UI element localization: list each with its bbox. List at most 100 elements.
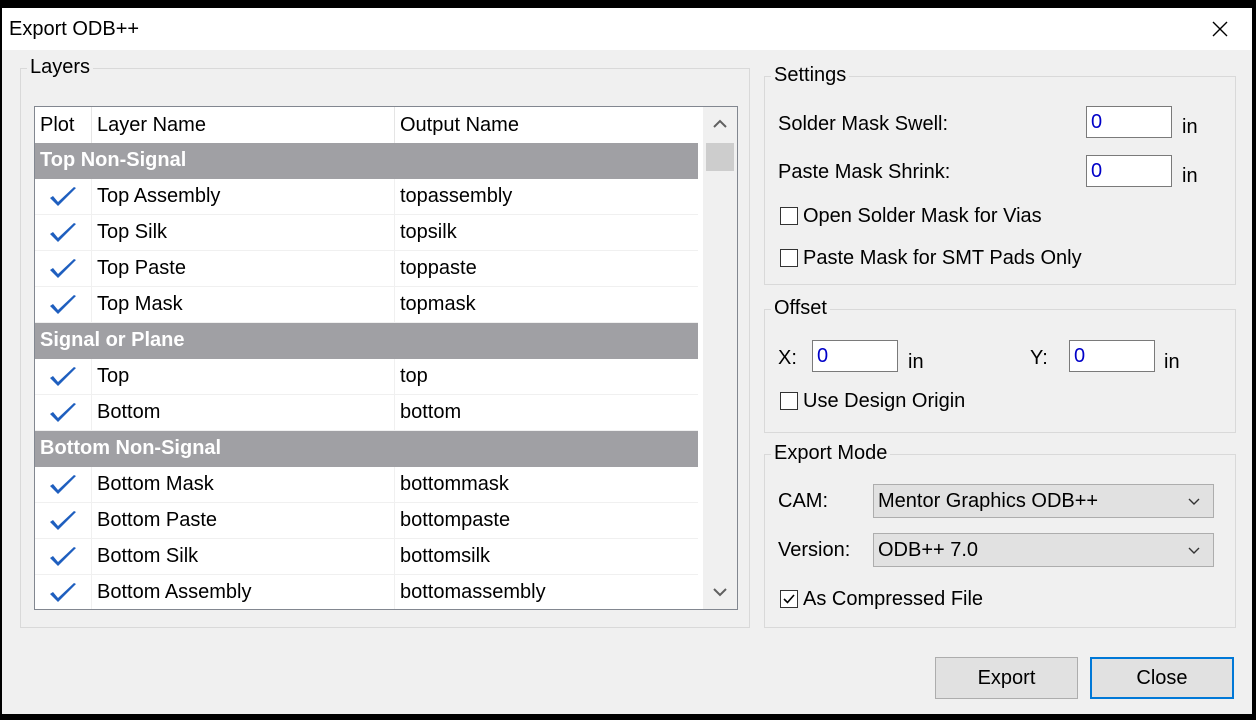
open-solder-mask-label[interactable]: Open Solder Mask for Vias	[803, 204, 1042, 228]
checkmark-icon	[783, 594, 795, 604]
version-label: Version:	[778, 539, 851, 561]
layers-list-rows: Top Non-Signal Top Assembly topassembly Top…	[35, 143, 698, 609]
cam-select[interactable]: Mentor Graphics ODB++	[873, 484, 1214, 518]
output-name-cell[interactable]: topmask	[395, 287, 698, 322]
layer-group-header: Bottom Non-Signal	[35, 431, 698, 467]
solder-mask-swell-input[interactable]	[1086, 106, 1172, 138]
settings-group-title: Settings	[771, 63, 850, 87]
checkmark-icon	[50, 511, 76, 530]
compressed-file-label[interactable]: As Compressed File	[803, 587, 983, 611]
chevron-down-icon	[1188, 498, 1200, 505]
output-name-cell[interactable]: bottomassembly	[395, 575, 698, 609]
chevron-up-icon	[713, 119, 727, 128]
output-name-cell[interactable]: topassembly	[395, 179, 698, 214]
offset-group-title: Offset	[771, 296, 830, 320]
plot-cell[interactable]	[35, 251, 92, 286]
solder-mask-swell-label: Solder Mask Swell:	[778, 113, 949, 135]
paste-mask-shrink-label: Paste Mask Shrink:	[778, 161, 951, 183]
layer-group-header: Top Non-Signal	[35, 143, 698, 179]
plot-cell[interactable]	[35, 503, 92, 538]
layer-row[interactable]: Top Paste toppaste	[35, 251, 698, 287]
paste-mask-smt-checkbox[interactable]	[780, 249, 798, 267]
layer-row[interactable]: Bottom Assembly bottomassembly	[35, 575, 698, 609]
offset-x-label: X:	[778, 347, 797, 369]
export-odb-dialog: Export ODB++ Layers Plot Layer Name Outp…	[2, 8, 1252, 714]
use-design-origin-checkbox[interactable]	[780, 392, 798, 410]
layer-name-cell: Top Paste	[92, 251, 395, 286]
plot-cell[interactable]	[35, 467, 92, 502]
layer-name-cell: Bottom Assembly	[92, 575, 395, 609]
layer-name-cell: Top Mask	[92, 287, 395, 322]
version-select[interactable]: ODB++ 7.0	[873, 533, 1214, 567]
output-name-cell[interactable]: bottom	[395, 395, 698, 430]
window-title: Export ODB++	[9, 18, 140, 40]
plot-cell[interactable]	[35, 215, 92, 250]
offset-x-input[interactable]	[812, 340, 898, 372]
checkmark-icon	[50, 367, 76, 386]
plot-cell[interactable]	[35, 575, 92, 609]
scroll-down-button[interactable]	[703, 575, 737, 609]
plot-cell[interactable]	[35, 539, 92, 574]
output-name-cell[interactable]: bottommask	[395, 467, 698, 502]
checkmark-icon	[50, 223, 76, 242]
use-design-origin-label[interactable]: Use Design Origin	[803, 389, 965, 413]
plot-cell[interactable]	[35, 179, 92, 214]
checkmark-icon	[50, 403, 76, 422]
layer-row[interactable]: Bottom Mask bottommask	[35, 467, 698, 503]
paste-mask-shrink-input[interactable]	[1086, 155, 1172, 187]
checkmark-icon	[50, 259, 76, 278]
layer-row[interactable]: Top Mask topmask	[35, 287, 698, 323]
output-name-cell[interactable]: topsilk	[395, 215, 698, 250]
layers-list[interactable]: Plot Layer Name Output Name Top Non-Sign…	[34, 106, 738, 610]
plot-cell[interactable]	[35, 395, 92, 430]
layers-group-title: Layers	[27, 55, 94, 79]
layer-name-cell: Top	[92, 359, 395, 394]
output-name-cell[interactable]: toppaste	[395, 251, 698, 286]
layers-scrollbar[interactable]	[703, 107, 737, 609]
offset-x-unit: in	[908, 351, 924, 373]
cam-selected-value: Mentor Graphics ODB++	[878, 490, 1099, 512]
plot-cell[interactable]	[35, 287, 92, 322]
layer-row[interactable]: Bottom Paste bottompaste	[35, 503, 698, 539]
layer-name-cell: Bottom	[92, 395, 395, 430]
checkmark-icon	[50, 475, 76, 494]
chevron-down-icon	[713, 588, 727, 597]
paste-mask-shrink-unit: in	[1182, 165, 1198, 187]
compressed-file-checkbox[interactable]	[780, 590, 798, 608]
layer-row[interactable]: Top top	[35, 359, 698, 395]
layer-row[interactable]: Top Assembly topassembly	[35, 179, 698, 215]
column-header-layer-name[interactable]: Layer Name	[92, 107, 395, 143]
open-solder-mask-checkbox[interactable]	[780, 207, 798, 225]
layer-row[interactable]: Bottom bottom	[35, 395, 698, 431]
layer-row[interactable]: Top Silk topsilk	[35, 215, 698, 251]
column-header-output-name[interactable]: Output Name	[395, 107, 698, 143]
layer-name-cell: Bottom Silk	[92, 539, 395, 574]
layer-name-cell: Bottom Mask	[92, 467, 395, 502]
scroll-up-button[interactable]	[703, 107, 737, 141]
checkmark-icon	[50, 295, 76, 314]
checkmark-icon	[50, 547, 76, 566]
layer-name-cell: Bottom Paste	[92, 503, 395, 538]
chevron-down-icon	[1188, 547, 1200, 554]
export-mode-group-title: Export Mode	[771, 441, 891, 465]
offset-y-input[interactable]	[1069, 340, 1155, 372]
output-name-cell[interactable]: bottomsilk	[395, 539, 698, 574]
cam-label: CAM:	[778, 490, 828, 512]
layer-name-cell: Top Assembly	[92, 179, 395, 214]
checkmark-icon	[50, 583, 76, 602]
export-button[interactable]: Export	[935, 657, 1078, 699]
title-bar: Export ODB++	[2, 8, 1252, 50]
scroll-thumb[interactable]	[706, 143, 734, 171]
output-name-cell[interactable]: bottompaste	[395, 503, 698, 538]
column-header-plot[interactable]: Plot	[35, 107, 92, 143]
offset-y-unit: in	[1164, 351, 1180, 373]
checkmark-icon	[50, 187, 76, 206]
layer-row[interactable]: Bottom Silk bottomsilk	[35, 539, 698, 575]
output-name-cell[interactable]: top	[395, 359, 698, 394]
version-selected-value: ODB++ 7.0	[878, 539, 979, 561]
plot-cell[interactable]	[35, 359, 92, 394]
paste-mask-smt-label[interactable]: Paste Mask for SMT Pads Only	[803, 246, 1082, 270]
layer-name-cell: Top Silk	[92, 215, 395, 250]
close-window-button[interactable]	[1198, 8, 1242, 50]
close-button[interactable]: Close	[1090, 657, 1234, 699]
